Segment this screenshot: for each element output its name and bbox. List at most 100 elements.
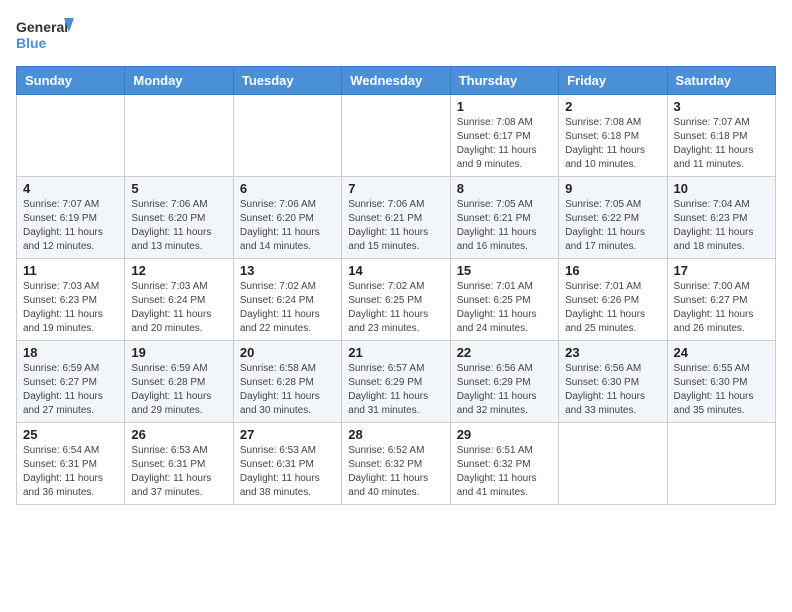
- weekday-header-tuesday: Tuesday: [233, 67, 341, 95]
- day-info: Sunrise: 7:02 AM Sunset: 6:25 PM Dayligh…: [348, 280, 443, 336]
- calendar-cell: 17Sunrise: 7:00 AM Sunset: 6:27 PM Dayli…: [667, 259, 775, 341]
- calendar-cell: 14 Sunrise: 7:02 AM Sunset: 6:25 PM Dayli…: [342, 259, 450, 341]
- calendar-cell: 29 Sunrise: 6:51 AM Sunset: 6:32 PM Dayli…: [450, 423, 558, 505]
- calendar-cell: 22 Sunrise: 6:56 AM Sunset: 6:29 PM Dayli…: [450, 341, 558, 423]
- weekday-header-thursday: Thursday: [450, 67, 558, 95]
- day-number: 22: [457, 345, 552, 360]
- calendar-cell: 8 Sunrise: 7:05 AM Sunset: 6:21 PM Daylig…: [450, 177, 558, 259]
- day-info: Sunrise: 7:03 AM Sunset: 6:23 PM Dayligh…: [23, 280, 118, 336]
- day-info: Sunrise: 6:54 AM Sunset: 6:31 PM Dayligh…: [23, 444, 118, 500]
- day-info: Sunrise: 6:59 AM Sunset: 6:28 PM Dayligh…: [131, 362, 226, 418]
- day-number: 1: [457, 99, 552, 114]
- day-info: Sunrise: 7:03 AM Sunset: 6:24 PM Dayligh…: [131, 280, 226, 336]
- calendar-cell: 21 Sunrise: 6:57 AM Sunset: 6:29 PM Dayli…: [342, 341, 450, 423]
- calendar-cell: 27 Sunrise: 6:53 AM Sunset: 6:31 PM Dayli…: [233, 423, 341, 505]
- day-number: 20: [240, 345, 335, 360]
- calendar-cell: 12 Sunrise: 7:03 AM Sunset: 6:24 PM Dayli…: [125, 259, 233, 341]
- day-number: 8: [457, 181, 552, 196]
- day-number: 26: [131, 427, 226, 442]
- calendar-cell: 18 Sunrise: 6:59 AM Sunset: 6:27 PM Dayli…: [17, 341, 125, 423]
- weekday-header-friday: Friday: [559, 67, 667, 95]
- day-info: Sunrise: 6:55 AM Sunset: 6:30 PM Dayligh…: [674, 362, 769, 418]
- day-number: 10: [674, 181, 769, 196]
- day-info: Sunrise: 7:01 AM Sunset: 6:25 PM Dayligh…: [457, 280, 552, 336]
- day-info: Sunrise: 7:06 AM Sunset: 6:21 PM Dayligh…: [348, 198, 443, 254]
- calendar-cell: 11 Sunrise: 7:03 AM Sunset: 6:23 PM Dayli…: [17, 259, 125, 341]
- day-info: Sunrise: 6:59 AM Sunset: 6:27 PM Dayligh…: [23, 362, 118, 418]
- calendar-cell: 19 Sunrise: 6:59 AM Sunset: 6:28 PM Dayli…: [125, 341, 233, 423]
- calendar-cell: 24 Sunrise: 6:55 AM Sunset: 6:30 PM Dayli…: [667, 341, 775, 423]
- day-info: Sunrise: 6:56 AM Sunset: 6:29 PM Dayligh…: [457, 362, 552, 418]
- day-info: Sunrise: 7:06 AM Sunset: 6:20 PM Dayligh…: [131, 198, 226, 254]
- day-number: 29: [457, 427, 552, 442]
- day-number: 13: [240, 263, 335, 278]
- calendar-cell: 2Sunrise: 7:08 AM Sunset: 6:18 PM Daylig…: [559, 95, 667, 177]
- svg-text:Blue: Blue: [16, 35, 47, 51]
- calendar-cell: [342, 95, 450, 177]
- logo: GeneralBlue: [16, 16, 76, 56]
- day-number: 19: [131, 345, 226, 360]
- day-info: Sunrise: 6:56 AM Sunset: 6:30 PM Dayligh…: [565, 362, 660, 418]
- day-info: Sunrise: 7:07 AM Sunset: 6:18 PM Dayligh…: [674, 116, 769, 172]
- calendar-week-1: 1 Sunrise: 7:08 AM Sunset: 6:17 PM Daylig…: [17, 95, 776, 177]
- calendar-cell: 16Sunrise: 7:01 AM Sunset: 6:26 PM Dayli…: [559, 259, 667, 341]
- calendar-cell: 13Sunrise: 7:02 AM Sunset: 6:24 PM Dayli…: [233, 259, 341, 341]
- calendar-cell: [667, 423, 775, 505]
- weekday-header-wednesday: Wednesday: [342, 67, 450, 95]
- day-info: Sunrise: 6:57 AM Sunset: 6:29 PM Dayligh…: [348, 362, 443, 418]
- day-number: 28: [348, 427, 443, 442]
- day-info: Sunrise: 7:04 AM Sunset: 6:23 PM Dayligh…: [674, 198, 769, 254]
- day-info: Sunrise: 6:51 AM Sunset: 6:32 PM Dayligh…: [457, 444, 552, 500]
- calendar-cell: 5 Sunrise: 7:06 AM Sunset: 6:20 PM Daylig…: [125, 177, 233, 259]
- weekday-header-monday: Monday: [125, 67, 233, 95]
- calendar-cell: 10 Sunrise: 7:04 AM Sunset: 6:23 PM Dayli…: [667, 177, 775, 259]
- header: GeneralBlue: [16, 16, 776, 56]
- day-number: 23: [565, 345, 660, 360]
- calendar-cell: 3 Sunrise: 7:07 AM Sunset: 6:18 PM Daylig…: [667, 95, 775, 177]
- day-info: Sunrise: 7:05 AM Sunset: 6:21 PM Dayligh…: [457, 198, 552, 254]
- day-number: 11: [23, 263, 118, 278]
- calendar-week-5: 25 Sunrise: 6:54 AM Sunset: 6:31 PM Dayli…: [17, 423, 776, 505]
- day-number: 24: [674, 345, 769, 360]
- day-number: 15: [457, 263, 552, 278]
- day-info: Sunrise: 7:05 AM Sunset: 6:22 PM Dayligh…: [565, 198, 660, 254]
- day-info: Sunrise: 6:53 AM Sunset: 6:31 PM Dayligh…: [131, 444, 226, 500]
- calendar-cell: 28 Sunrise: 6:52 AM Sunset: 6:32 PM Dayli…: [342, 423, 450, 505]
- day-number: 9: [565, 181, 660, 196]
- day-number: 18: [23, 345, 118, 360]
- day-info: Sunrise: 7:00 AM Sunset: 6:27 PM Dayligh…: [674, 280, 769, 336]
- day-number: 12: [131, 263, 226, 278]
- calendar-week-2: 4Sunrise: 7:07 AM Sunset: 6:19 PM Daylig…: [17, 177, 776, 259]
- calendar-week-3: 11 Sunrise: 7:03 AM Sunset: 6:23 PM Dayli…: [17, 259, 776, 341]
- day-number: 25: [23, 427, 118, 442]
- calendar-cell: 25 Sunrise: 6:54 AM Sunset: 6:31 PM Dayli…: [17, 423, 125, 505]
- svg-text:General: General: [16, 19, 68, 35]
- day-number: 3: [674, 99, 769, 114]
- day-info: Sunrise: 7:07 AM Sunset: 6:19 PM Dayligh…: [23, 198, 118, 254]
- calendar-cell: 20 Sunrise: 6:58 AM Sunset: 6:28 PM Dayli…: [233, 341, 341, 423]
- calendar-week-4: 18 Sunrise: 6:59 AM Sunset: 6:27 PM Dayli…: [17, 341, 776, 423]
- calendar-cell: 1 Sunrise: 7:08 AM Sunset: 6:17 PM Daylig…: [450, 95, 558, 177]
- day-number: 27: [240, 427, 335, 442]
- weekday-header-saturday: Saturday: [667, 67, 775, 95]
- calendar-cell: [233, 95, 341, 177]
- day-number: 14: [348, 263, 443, 278]
- weekday-header-sunday: Sunday: [17, 67, 125, 95]
- logo-icon: GeneralBlue: [16, 16, 76, 56]
- day-number: 21: [348, 345, 443, 360]
- calendar-table: SundayMondayTuesdayWednesdayThursdayFrid…: [16, 66, 776, 505]
- calendar-cell: 23 Sunrise: 6:56 AM Sunset: 6:30 PM Dayli…: [559, 341, 667, 423]
- calendar-cell: 6Sunrise: 7:06 AM Sunset: 6:20 PM Daylig…: [233, 177, 341, 259]
- day-number: 7: [348, 181, 443, 196]
- day-info: Sunrise: 6:53 AM Sunset: 6:31 PM Dayligh…: [240, 444, 335, 500]
- day-number: 16: [565, 263, 660, 278]
- day-number: 5: [131, 181, 226, 196]
- day-info: Sunrise: 6:58 AM Sunset: 6:28 PM Dayligh…: [240, 362, 335, 418]
- day-info: Sunrise: 6:52 AM Sunset: 6:32 PM Dayligh…: [348, 444, 443, 500]
- calendar-cell: 7 Sunrise: 7:06 AM Sunset: 6:21 PM Daylig…: [342, 177, 450, 259]
- calendar-cell: [17, 95, 125, 177]
- calendar-cell: [559, 423, 667, 505]
- day-info: Sunrise: 7:08 AM Sunset: 6:17 PM Dayligh…: [457, 116, 552, 172]
- day-number: 6: [240, 181, 335, 196]
- weekday-header-row: SundayMondayTuesdayWednesdayThursdayFrid…: [17, 67, 776, 95]
